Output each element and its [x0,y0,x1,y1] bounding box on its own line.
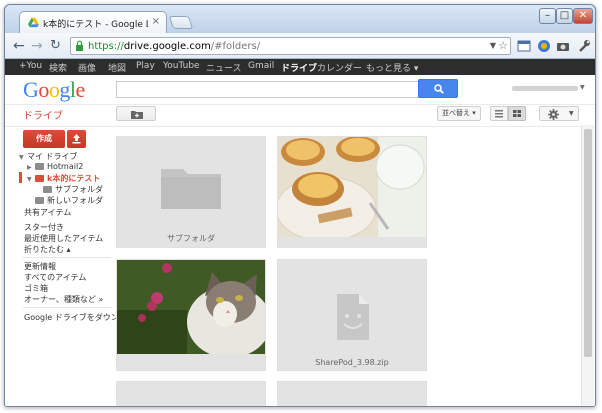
list-view-button[interactable] [490,106,508,121]
file-name: SharePod_3.98.zip [315,358,389,367]
page-icon[interactable] [517,39,531,53]
search-button[interactable] [418,79,458,98]
reload-icon[interactable]: ↻ [50,39,61,53]
close-window-button[interactable]: ✕ [573,8,593,24]
search-input[interactable] [116,81,424,98]
title-bar: k本的にテスト - Google D × – □ ✕ [5,5,595,33]
extension-icon[interactable] [537,39,551,53]
scrollbar[interactable] [581,125,594,406]
grid-view-icon [513,110,521,117]
forward-icon[interactable]: → [31,39,43,53]
gear-icon [548,109,559,120]
browser-tab[interactable]: k本的にテスト - Google D × [19,11,167,33]
expand-icon[interactable]: ▶ [27,164,35,171]
file-tile-image-cat[interactable] [116,259,266,371]
header-divider [5,104,595,105]
scrollbar-thumb[interactable] [584,129,592,357]
folder-icon [35,163,44,170]
upload-icon [72,134,81,144]
history-dropdown-icon[interactable]: ▼ [490,41,496,50]
sidebar-divider [23,257,111,258]
folder-icon [43,186,52,193]
file-tile-image-tarts[interactable] [277,136,427,248]
sidebar-activity[interactable]: 更新情報 [24,261,56,272]
sidebar-collapse[interactable]: 折りたたむ ▴ [24,244,71,255]
google-logo[interactable]: Google [23,77,85,103]
gbar-item-play[interactable]: Play [136,61,155,71]
address-bar[interactable]: https://drive.google.com/#folders/ ▼ ☆ [70,37,511,55]
wrench-icon[interactable] [577,39,591,53]
sidebar-shared[interactable]: 共有アイテム [24,207,71,218]
bookmark-star-icon[interactable]: ☆ [498,39,508,52]
gbar-item-you[interactable]: +You [19,61,42,71]
file-tile-folder[interactable]: サブフォルダ [116,136,266,248]
back-icon[interactable]: ← [13,39,25,53]
gbar-item-images[interactable]: 画像 [78,61,96,74]
generic-file-icon [337,294,369,340]
browser-window: k本的にテスト - Google D × – □ ✕ ← → ↻ https:/… [4,4,596,407]
tree-folder-new[interactable]: 新しいフォルダ [35,195,103,206]
drive-title[interactable]: ドライブ [23,107,63,122]
gbar-item-calendar[interactable]: カレンダー [317,61,362,74]
selected-indicator [19,172,22,183]
collapse-icon[interactable]: ▼ [19,154,27,161]
settings-button[interactable]: ▼ [539,106,579,121]
sidebar-download-drive[interactable]: Google ドライブをダウンロ [24,312,127,323]
gbar-item-news[interactable]: ニュース [206,61,242,74]
file-tile-zip[interactable]: SharePod_3.98.zip [277,259,427,371]
file-name-bar [117,360,265,370]
sidebar-starred[interactable]: スター付き [24,222,64,233]
tree-my-drive[interactable]: ▼ マイ ドライブ [19,151,78,162]
upload-button[interactable] [67,130,86,148]
tab-close-icon[interactable]: × [152,16,160,27]
cat-thumbnail [117,260,265,354]
tab-title: k本的にテスト - Google D [43,20,148,30]
url-text: https://drive.google.com/#folders/ [88,41,261,52]
file-name: サブフォルダ [167,234,215,243]
tarts-thumbnail [278,137,426,237]
gbar-item-drive[interactable]: ドライブ [281,61,317,74]
sort-button[interactable]: 並べ替え ▾ [437,106,481,121]
sidebar-owner-type[interactable]: オーナー、種類など » [24,294,103,305]
new-folder-icon [131,111,143,119]
folder-icon [161,169,221,209]
drive-app: Google ▼ ドライブ 並べ替え ▾ ▼ 作成 ▼ マイ ドライブ ▶ Ho… [5,75,595,406]
maximize-button[interactable]: □ [556,8,573,24]
gbar-item-maps[interactable]: 地図 [108,61,126,74]
folder-icon [35,197,44,204]
gbar-item-search[interactable]: 検索 [49,61,67,74]
gbar-item-youtube[interactable]: YouTube [163,61,200,71]
gbar-item-gmail[interactable]: Gmail [248,61,274,71]
list-view-icon [495,110,503,118]
sidebar-divider [23,307,111,308]
sidebar-recent[interactable]: 最近使用したアイテム [24,233,103,244]
minimize-button[interactable]: – [539,8,556,24]
new-folder-button[interactable] [116,106,156,121]
grid-view-button[interactable] [508,106,526,121]
folder-icon [35,175,44,182]
gbar-item-more[interactable]: もっと見る ▾ [366,61,418,74]
account-name[interactable] [512,86,578,91]
tree-folder-hotmail2[interactable]: ▶ Hotmail2 [27,162,83,173]
sidebar-trash[interactable]: ゴミ箱 [24,283,48,294]
settings-dropdown-icon: ▼ [569,110,574,117]
file-name-bar [278,237,426,247]
camera-icon[interactable] [556,39,570,53]
toolbar-divider [5,126,595,127]
create-button[interactable]: 作成 [23,130,65,148]
tree-folder-subfolder[interactable]: サブフォルダ [43,184,103,195]
google-bar: +You 検索 画像 地図 Play YouTube ニュース Gmail ドラ… [5,59,595,75]
sidebar-all-items[interactable]: すべてのアイテム [24,272,86,283]
file-tile-partial[interactable] [116,381,266,406]
lock-icon [76,40,83,51]
collapse-icon[interactable]: ▼ [27,176,35,183]
new-tab-button[interactable] [168,16,194,29]
drive-favicon-icon [28,17,39,28]
tree-folder-current[interactable]: ▼ k本的にテスト [27,173,100,184]
file-tile-partial[interactable] [277,381,427,406]
account-dropdown-icon[interactable]: ▼ [580,84,585,91]
search-icon [434,84,444,94]
browser-toolbar: ← → ↻ https://drive.google.com/#folders/… [5,33,595,59]
